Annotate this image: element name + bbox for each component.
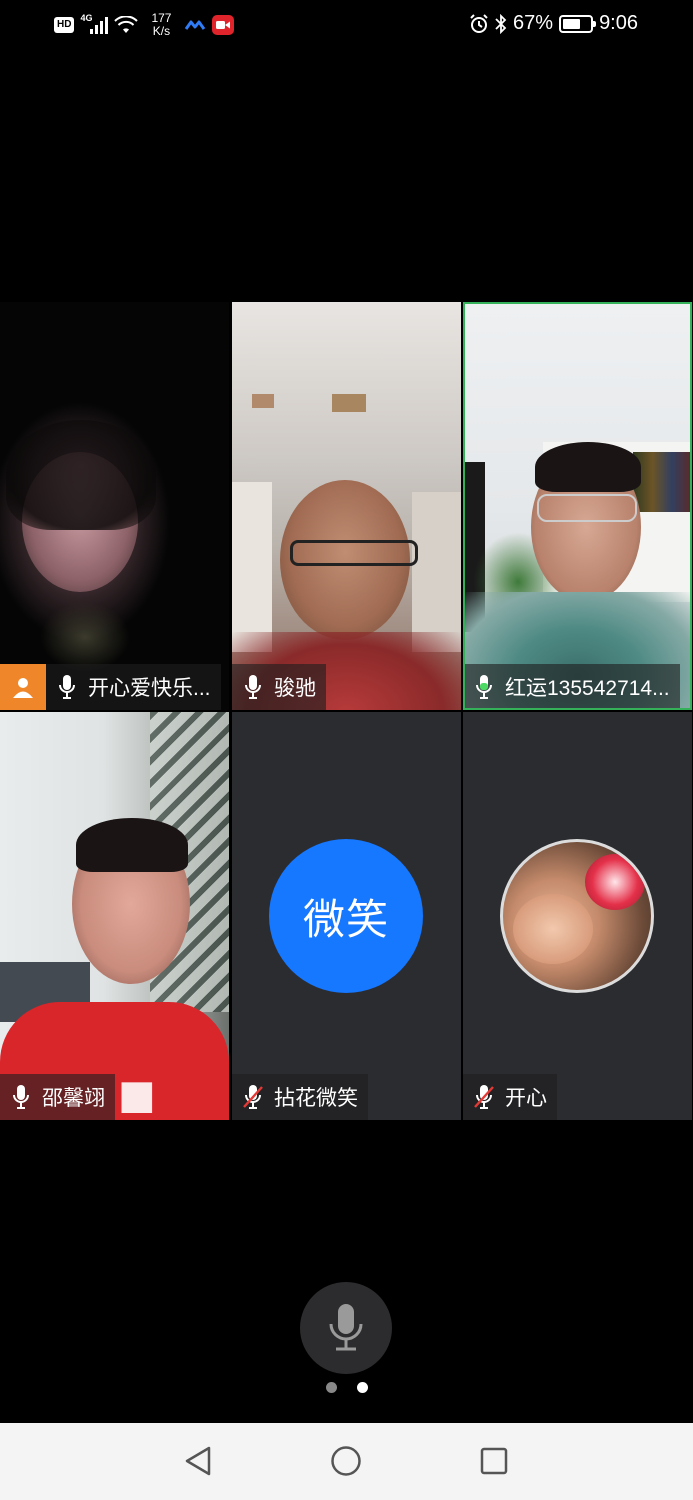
participant-name: 开心: [505, 1087, 547, 1110]
participant-video: ■: [0, 712, 229, 1120]
microphone-muted-icon: [463, 1074, 505, 1120]
battery-percent: 67%: [513, 12, 554, 34]
participant-name: 拈花微笑: [274, 1087, 358, 1110]
participant-name-bar: 骏驰: [232, 664, 326, 710]
shirt-graphic: ■: [118, 1072, 156, 1118]
participant-name-bar: 邵馨翊: [0, 1074, 115, 1120]
page-dot-2[interactable]: [357, 1382, 368, 1393]
participant-name: 开心爱快乐...: [88, 677, 211, 700]
participant-name: 骏驰: [274, 677, 316, 700]
participant-name: 邵馨翊: [42, 1087, 105, 1110]
speed-unit: K/s: [152, 24, 171, 38]
microphone-muted-icon: [232, 1074, 274, 1120]
microphone-on-icon: [0, 1074, 42, 1120]
wifi-icon: [114, 16, 139, 33]
participant-tile-3[interactable]: 红运135542714...: [463, 302, 692, 710]
participant-avatar: [500, 839, 654, 993]
page-indicator: [326, 1382, 368, 1393]
triangle-back-icon: [185, 1446, 211, 1476]
network-speed: 177 K/s: [144, 12, 178, 38]
meeting-app-icon: [185, 20, 206, 30]
participant-name: 红运135542714...: [505, 677, 670, 700]
participant-name-bar: 开心爱快乐...: [0, 664, 221, 710]
microphone-on-icon: [232, 664, 274, 710]
circle-home-icon: [331, 1446, 361, 1476]
network-type: 4G: [80, 13, 93, 23]
participant-tile-5[interactable]: 微笑 拈花微笑: [232, 712, 461, 1120]
battery-icon: [559, 14, 597, 33]
participant-tile-2[interactable]: 骏驰: [232, 302, 461, 710]
participant-name-bar: 拈花微笑: [232, 1074, 368, 1120]
home-button[interactable]: [328, 1443, 364, 1479]
participant-video: [0, 302, 229, 710]
clock-time: 9:06: [599, 12, 638, 34]
participant-tile-6[interactable]: 开心: [463, 712, 692, 1120]
microphone-speaking-icon: [463, 664, 505, 710]
participant-avatar: 微笑: [269, 839, 423, 993]
participant-video: [232, 302, 461, 710]
host-icon: [0, 664, 46, 710]
back-button[interactable]: [180, 1443, 216, 1479]
participant-name-bar: 开心: [463, 1074, 557, 1120]
participant-tile-4[interactable]: ■ 邵馨翊: [0, 712, 229, 1120]
battery-fill: [563, 18, 581, 29]
signal-icon: [90, 16, 109, 34]
navigation-bar: [0, 1423, 693, 1500]
page-dot-1[interactable]: [326, 1382, 337, 1393]
alarm-icon: [470, 13, 488, 33]
participant-tile-1[interactable]: 开心爱快乐...: [0, 302, 229, 710]
square-recents-icon: [480, 1447, 508, 1475]
microphone-icon: [329, 1304, 363, 1351]
avatar-initials: 微笑: [302, 895, 389, 943]
bluetooth-icon: [495, 13, 507, 34]
speed-value: 177: [151, 11, 172, 25]
microphone-toggle-button[interactable]: [300, 1282, 392, 1374]
microphone-on-icon: [46, 664, 88, 710]
participant-name-bar: 红运135542714...: [463, 664, 680, 710]
recents-button[interactable]: [476, 1443, 512, 1479]
video-camera-icon: [212, 15, 235, 35]
status-bar: HD 4G 177 K/s 67% 9:06: [0, 0, 693, 52]
hd-badge: HD: [54, 17, 75, 33]
participant-video: [463, 302, 692, 710]
